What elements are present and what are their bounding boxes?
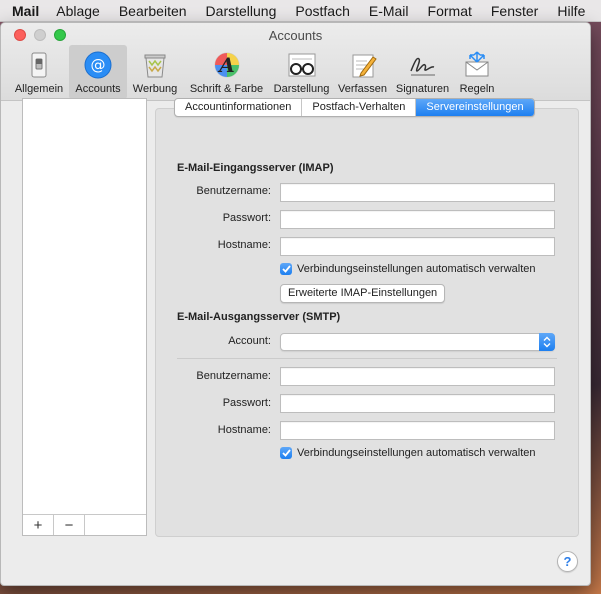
signature-icon (407, 49, 439, 81)
incoming-username-field[interactable] (280, 183, 555, 202)
incoming-hostname-label: Hostname: (217, 239, 271, 251)
font-icon: A (211, 49, 243, 81)
outgoing-auto-manage-checkbox[interactable]: Verbindungseinstellungen automatisch ver… (280, 447, 536, 459)
toolbar-item-signaturen[interactable]: Signaturen (392, 45, 453, 99)
advanced-imap-settings-button[interactable]: Erweiterte IMAP-Einstellungen (280, 284, 446, 303)
incoming-password-field[interactable] (280, 210, 555, 229)
toolbar-item-schrift-farbe[interactable]: A Schrift & Farbe (183, 45, 270, 99)
preferences-toolbar: Allgemein @ Accounts Werbung A Schrift &… (9, 45, 501, 99)
outgoing-auto-manage-label: Verbindungseinstellungen automatisch ver… (297, 447, 536, 459)
toolbar-item-accounts[interactable]: @ Accounts (69, 45, 127, 99)
toolbar-label-verfassen: Verfassen (338, 83, 387, 95)
tab-servereinstellungen[interactable]: Servereinstellungen (416, 99, 534, 116)
outgoing-username-field[interactable] (280, 367, 555, 386)
svg-text:@: @ (91, 56, 106, 74)
glasses-icon (286, 49, 318, 81)
toolbar-item-allgemein[interactable]: Allgemein (9, 45, 69, 99)
menu-app-mail[interactable]: Mail (12, 3, 39, 19)
toolbar-label-regeln: Regeln (459, 83, 495, 95)
smtp-account-select[interactable] (280, 333, 555, 351)
toolbar-label-werbung: Werbung (132, 83, 178, 95)
toolbar-label-allgemein: Allgemein (14, 83, 64, 95)
switch-icon (23, 49, 55, 81)
smtp-account-label: Account: (228, 335, 271, 347)
menu-bar: Mail Ablage Bearbeiten Darstellung Postf… (0, 0, 601, 22)
incoming-auto-manage-checkbox[interactable]: Verbindungseinstellungen automatisch ver… (280, 263, 536, 275)
menu-darstellung[interactable]: Darstellung (206, 3, 277, 19)
outgoing-password-field[interactable] (280, 394, 555, 413)
menu-email[interactable]: E-Mail (369, 3, 409, 19)
menu-fenster[interactable]: Fenster (491, 3, 538, 19)
svg-text:A: A (217, 53, 235, 77)
menu-format[interactable]: Format (428, 3, 472, 19)
checkmark-icon (280, 263, 292, 275)
tab-accountinformationen[interactable]: Accountinformationen (175, 99, 303, 116)
toolbar-item-werbung[interactable]: Werbung (127, 45, 183, 99)
outgoing-server-heading: E-Mail-Ausgangsserver (SMTP) (177, 311, 341, 323)
toolbar-label-darstellung: Darstellung (273, 83, 330, 95)
rules-icon (461, 49, 493, 81)
account-list-toolbar: + − (23, 514, 146, 535)
select-arrows-icon (539, 333, 555, 351)
incoming-auto-manage-label: Verbindungseinstellungen automatisch ver… (297, 263, 536, 275)
toolbar-label-signaturen: Signaturen (395, 83, 450, 95)
add-account-button[interactable]: + (23, 515, 54, 535)
remove-account-button[interactable]: − (54, 515, 85, 535)
outgoing-username-label: Benutzername: (196, 370, 271, 382)
toolbar-label-accounts: Accounts (75, 83, 121, 95)
toolbar-item-darstellung[interactable]: Darstellung (270, 45, 333, 99)
outgoing-password-label: Passwort: (222, 397, 271, 409)
account-list[interactable]: + − (22, 98, 147, 536)
menu-bearbeiten[interactable]: Bearbeiten (119, 3, 187, 19)
outgoing-hostname-label: Hostname: (217, 424, 271, 436)
incoming-password-label: Passwort: (222, 212, 271, 224)
menu-hilfe[interactable]: Hilfe (557, 3, 585, 19)
trash-icon (139, 49, 171, 81)
title-bar: Accounts Allgemein @ Accounts Werbung A … (1, 23, 590, 101)
outgoing-hostname-field[interactable] (280, 421, 555, 440)
at-sign-icon: @ (82, 49, 114, 81)
toolbar-item-regeln[interactable]: Regeln (453, 45, 501, 99)
tab-postfach-verhalten[interactable]: Postfach-Verhalten (302, 99, 417, 116)
help-button[interactable]: ? (557, 551, 578, 572)
toolbar-label-schrift-farbe: Schrift & Farbe (189, 83, 264, 95)
section-divider (177, 358, 557, 359)
tab-bar: Accountinformationen Postfach-Verhalten … (174, 98, 535, 117)
checkmark-icon (280, 447, 292, 459)
incoming-username-label: Benutzername: (196, 185, 271, 197)
menu-postfach[interactable]: Postfach (295, 3, 349, 19)
window-title: Accounts (268, 28, 323, 43)
menu-ablage[interactable]: Ablage (56, 3, 100, 19)
toolbar-item-verfassen[interactable]: Verfassen (333, 45, 392, 99)
pencil-icon (347, 49, 379, 81)
incoming-hostname-field[interactable] (280, 237, 555, 256)
incoming-server-heading: E-Mail-Eingangsserver (IMAP) (177, 162, 334, 174)
